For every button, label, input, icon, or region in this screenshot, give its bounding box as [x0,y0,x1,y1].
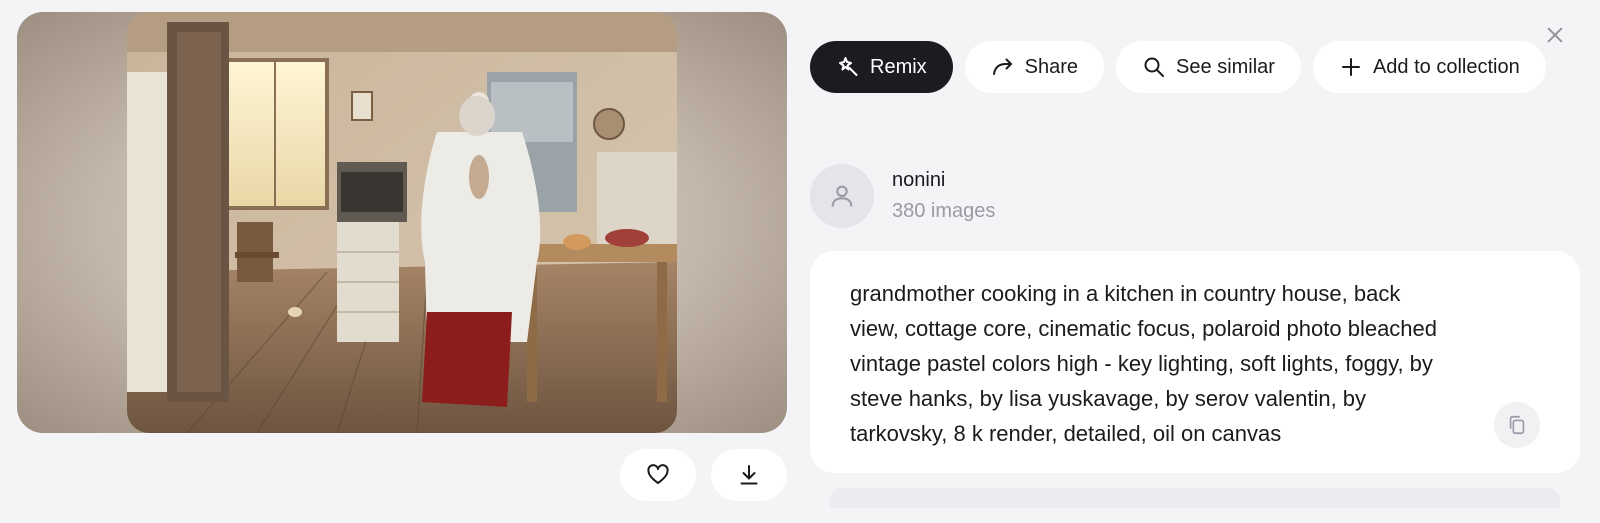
share-button[interactable]: Share [964,41,1105,93]
see-similar-label: See similar [1176,55,1275,78]
prompt-card: grandmother cooking in a kitchen in coun… [810,251,1580,473]
search-icon [1144,57,1165,77]
download-button[interactable] [711,449,787,501]
copy-icon [1509,415,1525,435]
magic-wand-icon [839,57,858,76]
share-label: Share [1024,55,1079,78]
close-icon [1547,27,1563,43]
see-similar-button[interactable]: See similar [1116,41,1301,93]
avatar[interactable] [810,164,874,228]
close-button[interactable] [1530,12,1580,58]
share-arrow-icon [992,58,1012,75]
like-button[interactable] [620,449,696,501]
add-to-collection-label: Add to collection [1372,55,1520,78]
creator-info[interactable]: nonini 380 images [810,164,995,228]
add-to-collection-button[interactable]: Add to collection [1312,41,1546,93]
creator-image-count: 380 images [892,200,996,222]
creator-name[interactable]: nonini [892,169,995,192]
next-card-edge [830,488,1560,508]
download-icon [740,465,758,485]
user-icon [831,185,853,207]
copy-prompt-button[interactable] [1494,402,1540,448]
kitchen-painting [127,12,677,433]
prompt-text: grandmother cooking in a kitchen in coun… [850,281,1438,446]
image-preview[interactable] [17,12,787,433]
plus-icon [1341,58,1360,76]
heart-icon [647,464,669,484]
action-bar: Remix Share See similar Add to collectio… [810,41,1546,93]
remix-label: Remix [870,55,927,78]
remix-button[interactable]: Remix [810,41,953,93]
